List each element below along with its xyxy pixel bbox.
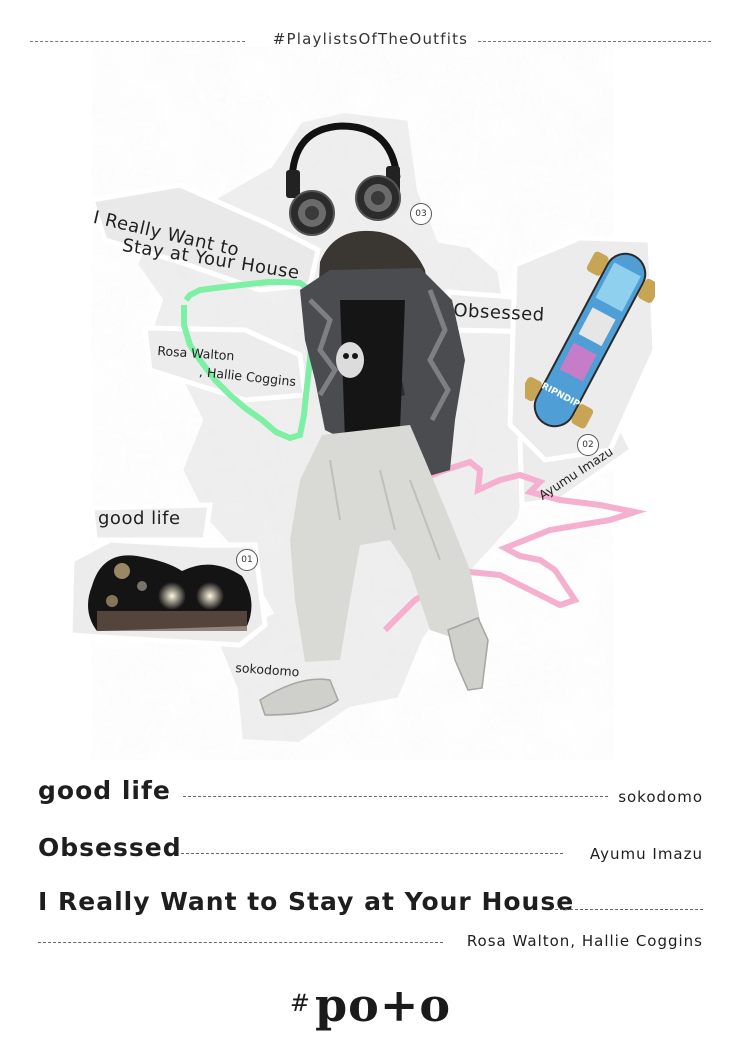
track-artist: sokodomo — [618, 788, 703, 806]
track-row-2: Obsessed Ayumu Imazu — [38, 833, 703, 869]
track-divider — [181, 853, 563, 854]
badge-02: 02 — [577, 434, 599, 456]
night-lights-photo — [88, 555, 252, 631]
label-good-life: good life — [98, 508, 181, 529]
collage: RIPNDIP I Really Want to Stay at Your Ho… — [0, 0, 741, 760]
track-title: I Really Want to Stay at Your House — [38, 887, 575, 916]
track-title: Obsessed — [38, 833, 182, 862]
track-artist: Rosa Walton, Hallie Coggins — [466, 932, 703, 950]
badge-03: 03 — [410, 203, 432, 225]
badge-01: 01 — [236, 549, 258, 571]
track-divider — [555, 909, 703, 910]
poto-logo: #po+o — [0, 978, 741, 1032]
headphones-icon — [286, 122, 401, 236]
logo-text: po+o — [315, 978, 452, 1032]
track-divider — [183, 796, 608, 797]
skateboard-image: RIPNDIP — [525, 251, 655, 429]
track-row-1: good life sokodomo — [38, 776, 703, 812]
track-artist: Ayumu Imazu — [589, 845, 703, 863]
track-title: good life — [38, 776, 171, 805]
track-divider-second-line — [38, 942, 443, 943]
logo-hash: # — [289, 989, 312, 1017]
track-row-3: I Really Want to Stay at Your House Rosa… — [38, 887, 703, 957]
